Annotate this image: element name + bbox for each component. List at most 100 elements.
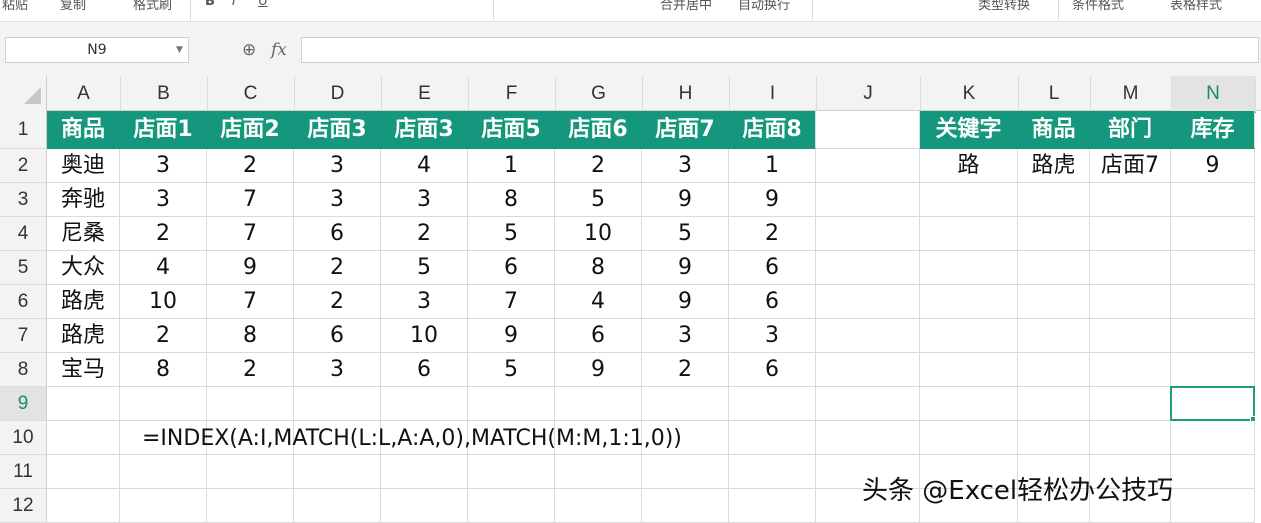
table-style-button[interactable]: 表格样式 [1170, 0, 1222, 16]
data-cell-c8[interactable]: 2 [207, 353, 294, 387]
italic-button[interactable]: I [232, 0, 236, 16]
header-cell-i1[interactable]: 店面8 [729, 111, 816, 149]
cell-k8[interactable] [920, 353, 1018, 387]
data-cell-i2[interactable]: 1 [729, 149, 816, 183]
data-cell-i6[interactable]: 6 [729, 285, 816, 319]
cell-l4[interactable] [1018, 217, 1090, 251]
data-cell-f6[interactable]: 7 [468, 285, 555, 319]
data-cell-g8[interactable]: 9 [555, 353, 642, 387]
data-cell-d4[interactable]: 6 [294, 217, 381, 251]
cell-a9[interactable] [47, 387, 120, 421]
column-header-h[interactable]: H [642, 76, 730, 111]
data-cell-i8[interactable]: 6 [729, 353, 816, 387]
data-cell-g3[interactable]: 5 [555, 183, 642, 217]
data-cell-e5[interactable]: 5 [381, 251, 468, 285]
column-header-i[interactable]: I [729, 76, 817, 111]
cell-h9[interactable] [642, 387, 729, 421]
format-painter-button[interactable]: 格式刷 [133, 0, 172, 16]
conditional-format-button[interactable]: 条件格式 [1072, 0, 1124, 16]
cell-l3[interactable] [1018, 183, 1090, 217]
cell-m10[interactable] [1090, 421, 1171, 455]
cell-k10[interactable] [920, 421, 1018, 455]
cell-n11[interactable] [1171, 455, 1255, 489]
data-cell-d6[interactable]: 2 [294, 285, 381, 319]
data-cell-b2[interactable]: 3 [120, 149, 207, 183]
cell-i9[interactable] [729, 387, 816, 421]
data-cell-h8[interactable]: 2 [642, 353, 729, 387]
data-cell-d3[interactable]: 3 [294, 183, 381, 217]
cell-m9[interactable] [1090, 387, 1171, 421]
lookup-value-cell-n2[interactable]: 9 [1171, 149, 1255, 183]
cell-m5[interactable] [1090, 251, 1171, 285]
column-header-e[interactable]: E [381, 76, 469, 111]
row-header-7[interactable]: 7 [0, 319, 47, 353]
bold-button[interactable]: B [205, 0, 215, 16]
cell-m6[interactable] [1090, 285, 1171, 319]
cell-n8[interactable] [1171, 353, 1255, 387]
data-cell-g5[interactable]: 8 [555, 251, 642, 285]
cell-k7[interactable] [920, 319, 1018, 353]
column-header-m[interactable]: M [1090, 76, 1172, 111]
column-header-j[interactable]: J [816, 76, 921, 111]
data-cell-c2[interactable]: 2 [207, 149, 294, 183]
data-cell-e6[interactable]: 3 [381, 285, 468, 319]
cell-j3[interactable] [816, 183, 920, 217]
data-cell-a6[interactable]: 路虎 [47, 285, 120, 319]
cell-a12[interactable] [47, 489, 120, 523]
header-cell-c1[interactable]: 店面2 [207, 111, 294, 149]
data-cell-h7[interactable]: 3 [642, 319, 729, 353]
cell-d9[interactable] [294, 387, 381, 421]
data-cell-i7[interactable]: 3 [729, 319, 816, 353]
header-cell-b1[interactable]: 店面1 [120, 111, 207, 149]
row-header-12[interactable]: 12 [0, 489, 47, 523]
cell-n10[interactable] [1171, 421, 1255, 455]
cell-m8[interactable] [1090, 353, 1171, 387]
cell-i12[interactable] [729, 489, 816, 523]
column-header-a[interactable]: A [47, 76, 121, 111]
data-cell-f5[interactable]: 6 [468, 251, 555, 285]
cell-h12[interactable] [642, 489, 729, 523]
cell-n7[interactable] [1171, 319, 1255, 353]
cell-d12[interactable] [294, 489, 381, 523]
data-cell-c5[interactable]: 9 [207, 251, 294, 285]
data-cell-h4[interactable]: 5 [642, 217, 729, 251]
data-cell-f3[interactable]: 8 [468, 183, 555, 217]
row-header-11[interactable]: 11 [0, 455, 47, 489]
data-cell-e8[interactable]: 6 [381, 353, 468, 387]
cell-n3[interactable] [1171, 183, 1255, 217]
data-cell-f7[interactable]: 9 [468, 319, 555, 353]
data-cell-g2[interactable]: 2 [555, 149, 642, 183]
cell-n6[interactable] [1171, 285, 1255, 319]
cell-b9[interactable] [120, 387, 207, 421]
cell-f12[interactable] [468, 489, 555, 523]
cell-g9[interactable] [555, 387, 642, 421]
data-cell-h6[interactable]: 9 [642, 285, 729, 319]
data-cell-c4[interactable]: 7 [207, 217, 294, 251]
data-cell-b3[interactable]: 3 [120, 183, 207, 217]
data-cell-h3[interactable]: 9 [642, 183, 729, 217]
cell-j4[interactable] [816, 217, 920, 251]
cell-j9[interactable] [816, 387, 920, 421]
cell-m7[interactable] [1090, 319, 1171, 353]
type-convert-button[interactable]: 类型转换 [978, 0, 1030, 16]
lookup-header-cell-n1[interactable]: 库存 [1171, 111, 1255, 149]
lookup-header-cell-k1[interactable]: 关键字 [920, 111, 1018, 149]
cell-h11[interactable] [642, 455, 729, 489]
cell-b11[interactable] [120, 455, 207, 489]
data-cell-b4[interactable]: 2 [120, 217, 207, 251]
cell-n5[interactable] [1171, 251, 1255, 285]
row-header-2[interactable]: 2 [0, 149, 47, 183]
cell-j1[interactable] [816, 111, 920, 149]
chevron-down-icon[interactable]: ▼ [176, 37, 188, 63]
row-header-4[interactable]: 4 [0, 217, 47, 251]
cell-c12[interactable] [207, 489, 294, 523]
cell-l8[interactable] [1018, 353, 1090, 387]
name-box[interactable]: N9 [5, 37, 189, 63]
cell-a11[interactable] [47, 455, 120, 489]
cell-j8[interactable] [816, 353, 920, 387]
cell-k9[interactable] [920, 387, 1018, 421]
data-cell-d2[interactable]: 3 [294, 149, 381, 183]
data-cell-e3[interactable]: 3 [381, 183, 468, 217]
cell-l9[interactable] [1018, 387, 1090, 421]
data-cell-b7[interactable]: 2 [120, 319, 207, 353]
